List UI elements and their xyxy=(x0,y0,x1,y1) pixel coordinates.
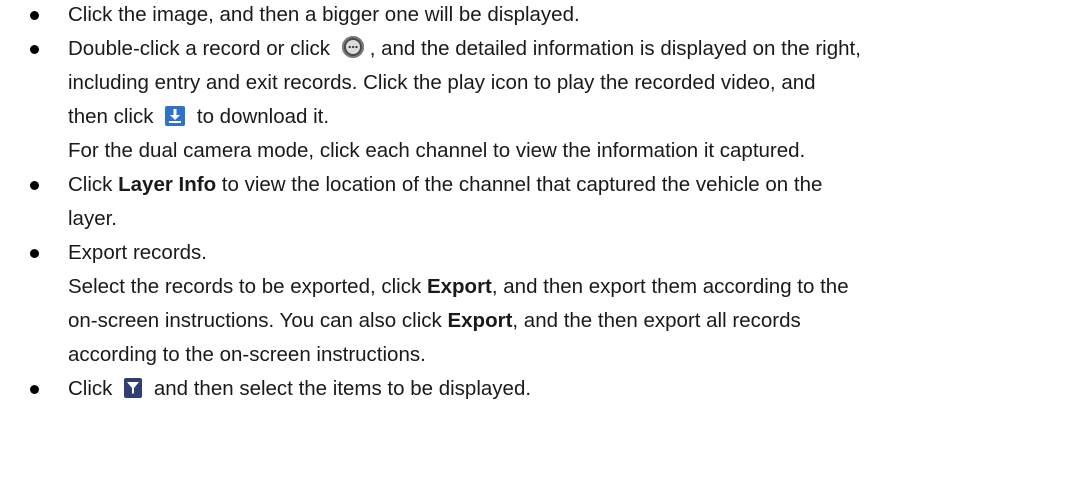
ui-term-export: Export xyxy=(426,275,492,298)
bullet-2-line-4: For the dual camera mode, click each cha… xyxy=(68,137,805,165)
bullet-text: on-screen instructions. You can also cli… xyxy=(68,309,442,332)
bullet-marker xyxy=(30,181,39,190)
bullet-text: Click xyxy=(68,173,113,196)
bullet-3-line-2: layer. xyxy=(68,205,117,233)
bullet-4-line-4: according to the on-screen instructions. xyxy=(68,341,426,369)
bullet-text: , and the then export all records xyxy=(512,309,801,332)
bullet-4-line-3: on-screen instructions. You can also cli… xyxy=(68,307,801,335)
bullet-marker xyxy=(30,11,39,20)
bullet-marker xyxy=(30,249,39,258)
bullet-text: For the dual camera mode, click each cha… xyxy=(68,139,806,162)
bullet-marker xyxy=(30,385,39,394)
ui-term-export: Export xyxy=(447,309,513,332)
bullet-3-line-1: Click Layer Info to view the location of… xyxy=(68,171,822,199)
bullet-text: then click xyxy=(68,105,154,128)
bullet-text: according to the on-screen instructions. xyxy=(68,343,426,366)
document-page: Click the image, and then a bigger one w… xyxy=(0,0,1082,504)
bullet-5-line-1: Click and then select the items to be di… xyxy=(68,375,531,403)
bullet-text: Click the image, and then a bigger one w… xyxy=(68,3,580,26)
download-icon xyxy=(165,106,186,126)
bullet-text: Export records. xyxy=(68,241,207,264)
bullet-text: Select the records to be exported, click xyxy=(68,275,422,298)
bullet-1-line-1: Click the image, and then a bigger one w… xyxy=(68,1,580,29)
more-details-icon xyxy=(341,36,364,58)
bullet-4-line-2: Select the records to be exported, click… xyxy=(68,273,849,301)
bullet-2-line-1: Double-click a record or click , and the… xyxy=(68,35,861,63)
bullet-text: including entry and exit records. Click … xyxy=(68,71,816,94)
filter-icon xyxy=(124,378,143,398)
bullet-text: and then select the items to be displaye… xyxy=(153,377,532,400)
bullet-text: , and the detailed information is displa… xyxy=(369,37,861,60)
bullet-text: , and then export them according to the xyxy=(491,275,849,298)
bullet-2-line-2: including entry and exit records. Click … xyxy=(68,69,816,97)
bullet-text: to view the location of the channel that… xyxy=(221,173,823,196)
ui-term-layer-info: Layer Info xyxy=(118,173,217,196)
bullet-text: layer. xyxy=(68,207,117,230)
bullet-2-line-3: then click to download it. xyxy=(68,103,329,131)
bullet-4-line-1: Export records. xyxy=(68,239,207,267)
bullet-text: Click xyxy=(68,377,113,400)
bullet-text: to download it. xyxy=(196,105,330,128)
bullet-text: Double-click a record or click xyxy=(68,37,331,60)
bullet-marker xyxy=(30,45,39,54)
